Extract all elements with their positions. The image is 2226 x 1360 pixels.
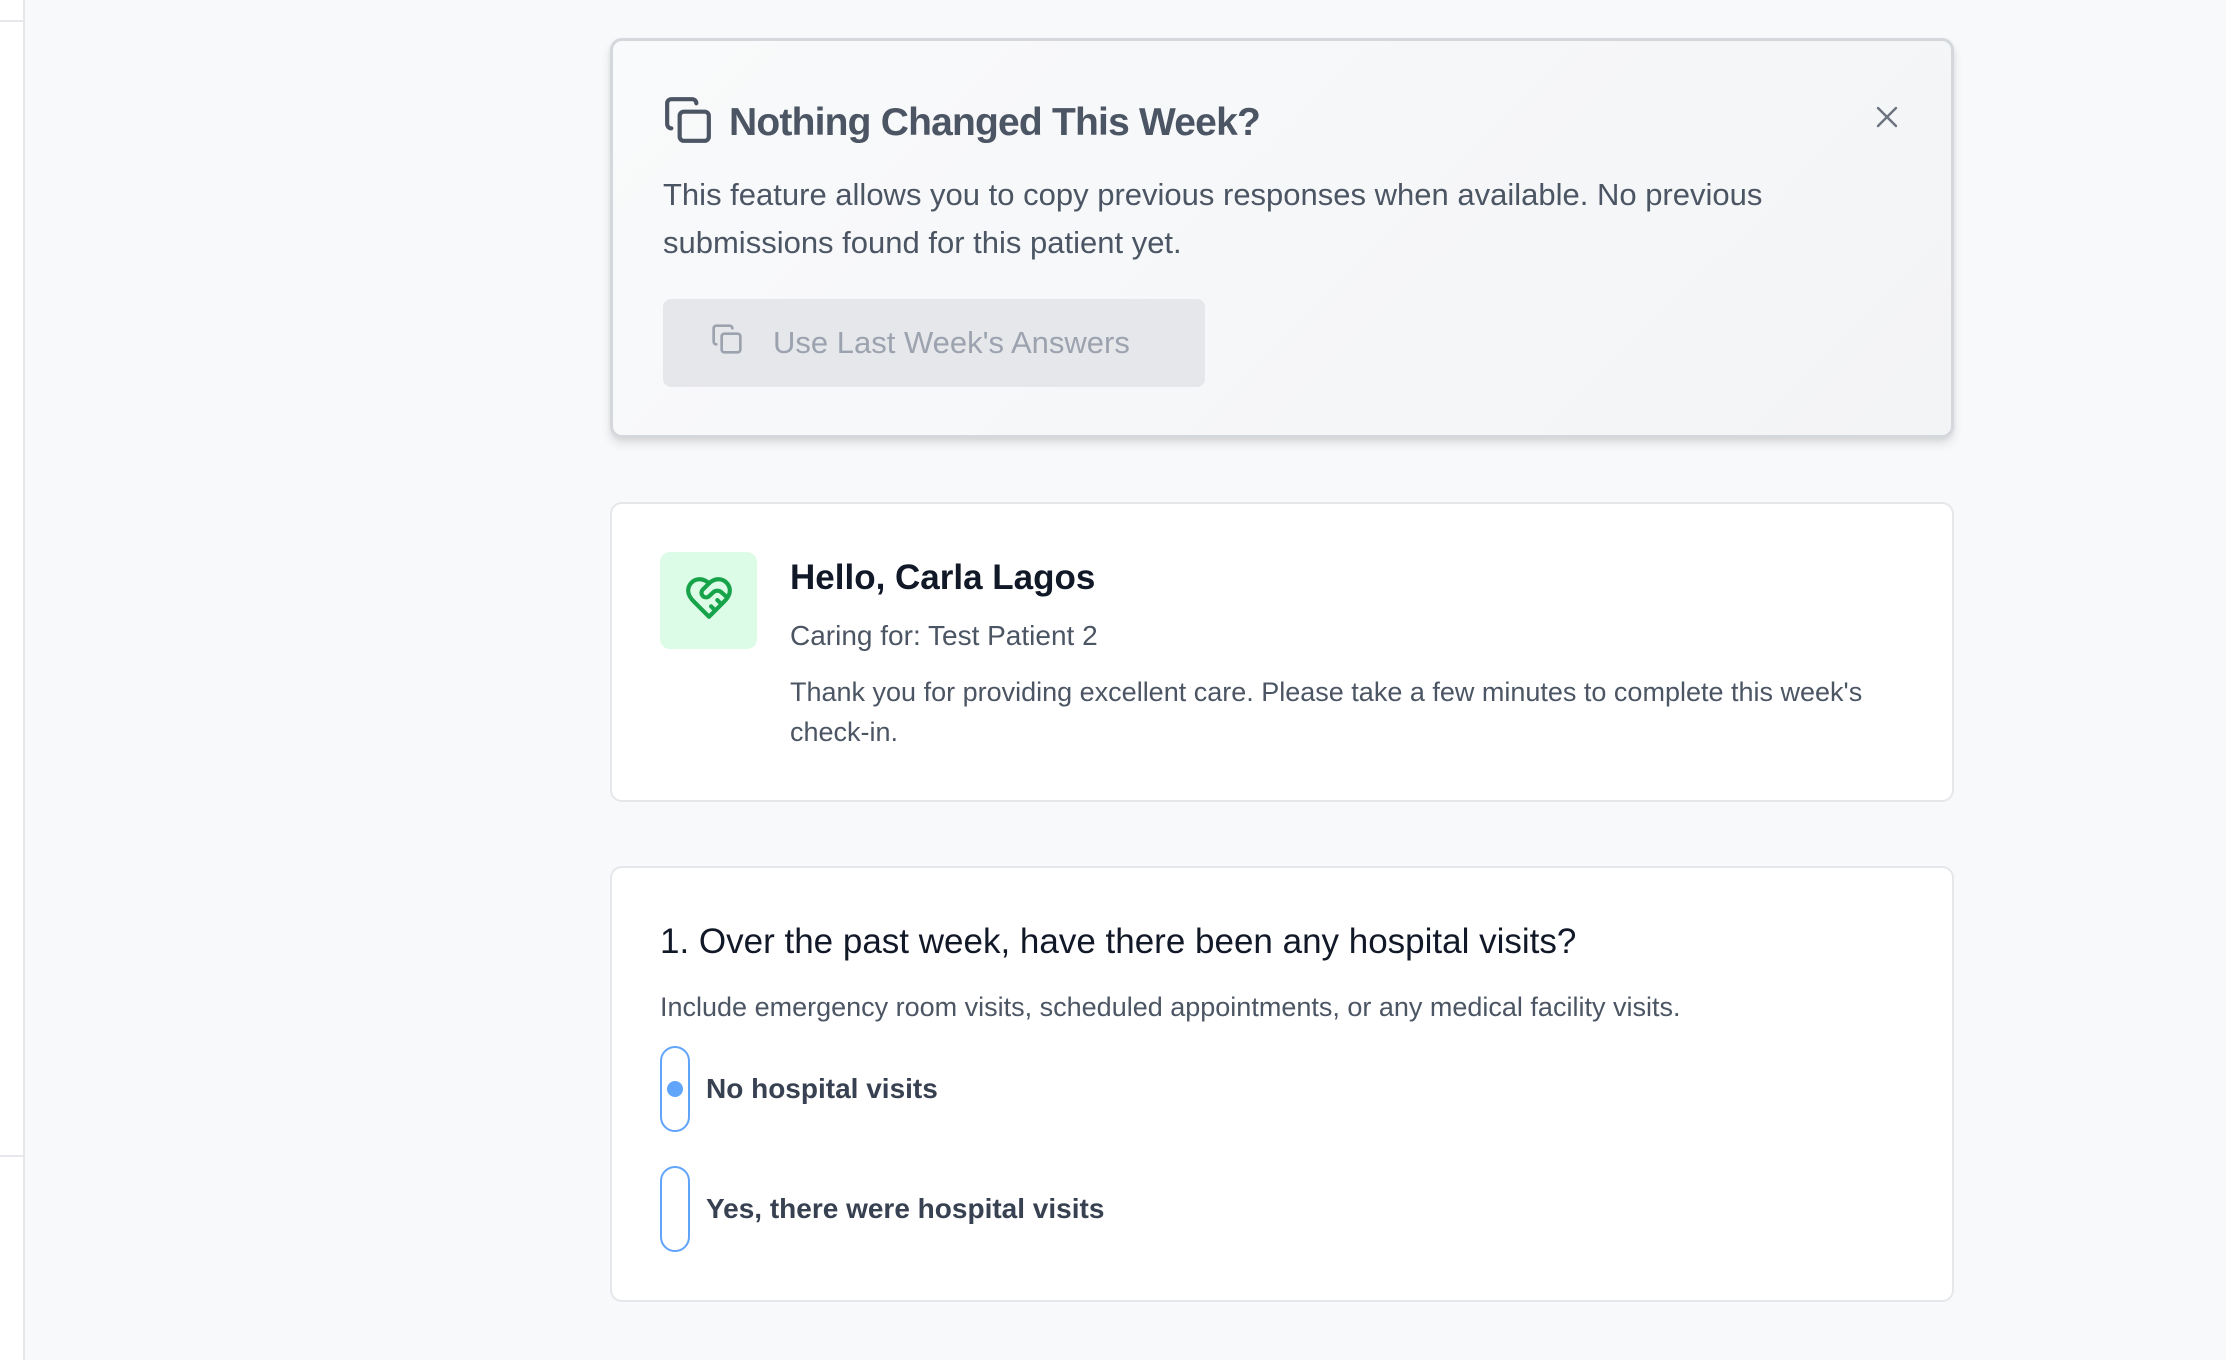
avatar <box>660 552 757 649</box>
use-last-week-button[interactable]: Use Last Week's Answers <box>663 299 1205 387</box>
banner-title: Nothing Changed This Week? <box>729 100 1261 144</box>
option-label: No hospital visits <box>706 1073 938 1104</box>
option-yes-hospital-visits[interactable]: Yes, there were hospital visits <box>660 1166 1104 1252</box>
banner-header: Nothing Changed This Week? <box>663 95 1261 150</box>
question-title: 1. Over the past week, have there been a… <box>660 922 1577 961</box>
copy-icon <box>711 323 743 363</box>
copy-icon <box>663 95 713 150</box>
use-last-week-label: Use Last Week's Answers <box>773 325 1130 360</box>
option-no-hospital-visits[interactable]: No hospital visits <box>660 1046 938 1132</box>
radio-selected-dot <box>667 1081 683 1097</box>
radio-no-hospital-visits[interactable] <box>660 1046 690 1132</box>
question-card: 1. Over the past week, have there been a… <box>610 866 1954 1302</box>
heart-handshake-icon <box>684 573 734 628</box>
caring-for-text: Caring for: Test Patient 2 <box>790 620 1098 651</box>
banner-description: This feature allows you to copy previous… <box>663 177 1763 260</box>
greeting-message: Thank you for providing excellent care. … <box>790 677 1863 747</box>
sidebar-edge <box>0 0 25 1360</box>
radio-yes-hospital-visits[interactable] <box>660 1166 690 1252</box>
copy-previous-banner: Nothing Changed This Week? This feature … <box>610 38 1954 438</box>
question-hint: Include emergency room visits, scheduled… <box>660 992 1681 1022</box>
sidebar-divider <box>0 1155 23 1157</box>
option-label: Yes, there were hospital visits <box>706 1193 1105 1224</box>
greeting-title: Hello, Carla Lagos <box>790 558 1096 597</box>
close-icon[interactable] <box>1875 105 1899 134</box>
greeting-card: Hello, Carla Lagos Caring for: Test Pati… <box>610 502 1954 802</box>
sidebar-divider <box>0 20 23 22</box>
close-button[interactable] <box>1867 99 1907 139</box>
